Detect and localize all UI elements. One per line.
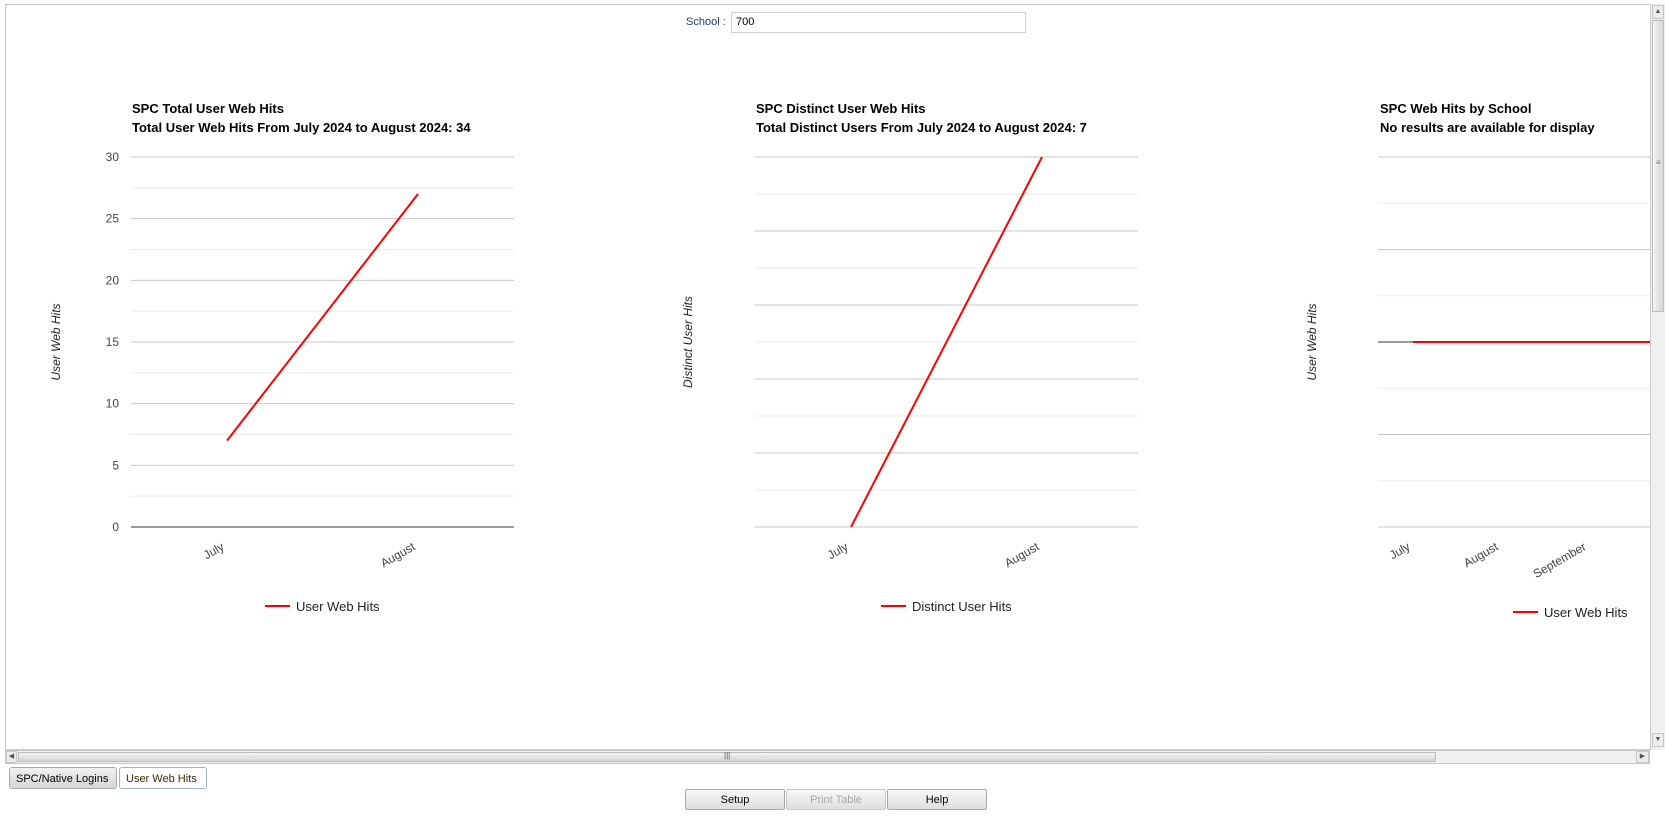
- x-tick-label: September: [1531, 539, 1589, 580]
- y-tick-label: 0: [112, 520, 119, 534]
- y-tick-label: 5: [112, 458, 119, 472]
- horizontal-scrollbar[interactable]: ◀ ||| ▶: [5, 750, 1650, 764]
- x-tick-label: August: [1002, 539, 1042, 570]
- legend-label: User Web Hits: [296, 599, 380, 614]
- legend-label: Distinct User Hits: [912, 599, 1012, 614]
- chart-title: SPC Total User Web Hits: [132, 101, 284, 116]
- help-button[interactable]: Help: [887, 789, 987, 810]
- y-axis-label: User Web Hits: [1305, 303, 1319, 380]
- x-tick-label: July: [825, 539, 850, 562]
- chart-title: SPC Distinct User Web Hits: [756, 101, 926, 116]
- scroll-up-arrow-icon[interactable]: ▲: [1652, 5, 1664, 19]
- scroll-left-arrow-icon[interactable]: ◀: [6, 751, 17, 763]
- y-axis-label: Distinct User Hits: [681, 296, 695, 388]
- chart-title: SPC Web Hits by School: [1380, 101, 1531, 116]
- charts-area: SPC Total User Web Hits Total User Web Hi…: [49, 101, 1650, 620]
- print-table-button[interactable]: Print Table: [786, 789, 886, 810]
- y-tick-label: 10: [106, 397, 120, 411]
- y-axis-label: User Web Hits: [49, 303, 63, 380]
- y-tick-label: 25: [106, 212, 120, 226]
- y-tick-label: 30: [106, 150, 120, 164]
- x-tick-label: August: [1461, 539, 1501, 570]
- tab-spc-native-logins[interactable]: SPC/Native Logins: [9, 767, 117, 789]
- y-tick-label: 20: [106, 273, 120, 287]
- scroll-down-arrow-icon[interactable]: ▼: [1652, 733, 1664, 747]
- setup-button[interactable]: Setup: [685, 789, 785, 810]
- x-tick-label: July: [1387, 539, 1412, 562]
- horizontal-scroll-thumb[interactable]: |||: [18, 751, 1436, 762]
- chart-subtitle: No results are available for display: [1380, 120, 1595, 135]
- vertical-scroll-thumb[interactable]: ≡: [1652, 20, 1664, 312]
- chart-subtitle: Total Distinct Users From July 2024 to A…: [756, 120, 1087, 135]
- chart-subtitle: Total User Web Hits From July 2024 to Au…: [132, 120, 471, 135]
- vertical-scrollbar[interactable]: ▲ ≡ ▼: [1650, 4, 1665, 750]
- y-tick-label: 15: [106, 335, 120, 349]
- x-tick-label: August: [378, 539, 418, 570]
- scroll-right-arrow-icon[interactable]: ▶: [1636, 751, 1649, 763]
- legend-label: User Web Hits: [1544, 605, 1628, 620]
- tab-user-web-hits[interactable]: User Web Hits: [119, 767, 207, 789]
- x-tick-label: July: [201, 539, 226, 562]
